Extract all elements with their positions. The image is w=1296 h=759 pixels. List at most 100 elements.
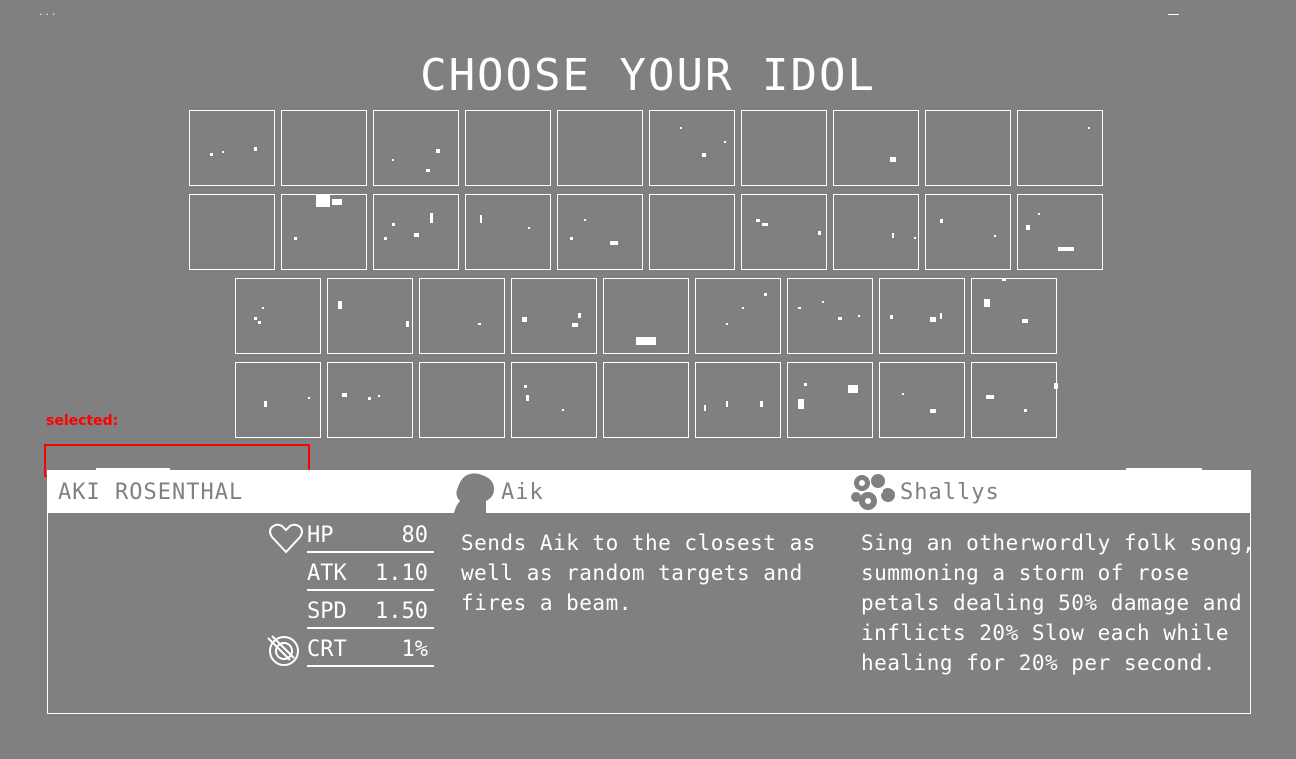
idol-portrait-fragment bbox=[742, 111, 828, 187]
idol-portrait-fragment bbox=[984, 279, 1028, 323]
skill-description-shallys: Sing an otherwordly folk song, summoning… bbox=[861, 531, 1256, 675]
idol-portrait-fragment bbox=[522, 313, 581, 327]
idol-slot[interactable] bbox=[281, 110, 367, 186]
idol-portrait-fragment bbox=[480, 215, 530, 229]
idol-portrait-fragment bbox=[478, 323, 481, 325]
idol-slot[interactable] bbox=[1017, 194, 1103, 270]
stat-label-spd: SPD bbox=[307, 599, 347, 624]
idol-portrait-fragment bbox=[1026, 213, 1074, 251]
idol-slot[interactable] bbox=[189, 194, 275, 270]
stat-row-hp: HP 80 bbox=[307, 523, 434, 553]
aik-silhouette-icon bbox=[454, 473, 494, 513]
idol-portrait-fragment bbox=[570, 219, 618, 245]
minimize-icon[interactable] bbox=[1168, 14, 1179, 15]
idol-portrait-fragment bbox=[890, 313, 942, 322]
stat-value-spd: 1.50 bbox=[375, 599, 428, 624]
idol-slot[interactable] bbox=[925, 194, 1011, 270]
rose-petal-icon bbox=[851, 474, 895, 510]
stat-row-atk: ATK 1.10 bbox=[307, 561, 434, 591]
idol-portrait-fragment bbox=[190, 195, 276, 271]
idol-portrait-fragment bbox=[892, 233, 916, 239]
idol-slot[interactable] bbox=[281, 194, 367, 270]
idol-portrait-fragment bbox=[680, 127, 726, 157]
idol-portrait-fragment bbox=[890, 157, 896, 162]
idol-portrait-fragment bbox=[798, 383, 858, 409]
stat-value-crt: 1% bbox=[401, 637, 429, 662]
idol-portrait-fragment bbox=[420, 363, 506, 439]
idol-portrait-fragment bbox=[524, 385, 564, 411]
idol-portrait-fragment bbox=[902, 393, 936, 413]
idol-slot[interactable] bbox=[833, 194, 919, 270]
idol-slot[interactable] bbox=[603, 278, 689, 354]
idol-slot[interactable] bbox=[511, 278, 597, 354]
idol-slot[interactable] bbox=[649, 194, 735, 270]
heart-icon bbox=[269, 523, 303, 554]
idol-portrait-fragment bbox=[558, 111, 644, 187]
idol-portrait-fragment bbox=[294, 195, 342, 240]
crit-target-icon bbox=[267, 635, 299, 666]
skill-name-aik: Aik bbox=[501, 480, 544, 505]
idol-portrait-fragment bbox=[650, 195, 736, 271]
stat-label-hp: HP bbox=[307, 523, 334, 548]
idol-slot[interactable] bbox=[557, 110, 643, 186]
idol-portrait-fragment bbox=[384, 213, 433, 240]
stat-row-spd: SPD 1.50 bbox=[307, 599, 434, 629]
stat-value-hp: 80 bbox=[401, 523, 429, 548]
idol-slot[interactable] bbox=[695, 278, 781, 354]
idol-portrait-fragment bbox=[798, 301, 860, 320]
idol-slot[interactable] bbox=[465, 194, 551, 270]
idol-portrait-fragment bbox=[926, 111, 1012, 187]
idol-slot[interactable] bbox=[373, 194, 459, 270]
idol-portrait-fragment bbox=[282, 111, 368, 187]
skill-name-shallys: Shallys bbox=[900, 480, 1000, 505]
idol-portrait-fragment bbox=[210, 147, 257, 156]
idol-portrait-fragment bbox=[726, 293, 767, 325]
idol-portrait-fragment bbox=[986, 383, 1058, 412]
idol-portrait-fragment bbox=[254, 307, 264, 324]
idol-portrait-fragment bbox=[342, 393, 380, 400]
idol-slot[interactable] bbox=[971, 278, 1057, 354]
stat-label-atk: ATK bbox=[307, 561, 347, 586]
idol-slot[interactable] bbox=[971, 362, 1058, 438]
stat-row-crt: CRT 1% bbox=[307, 637, 434, 667]
idol-portrait-fragment bbox=[264, 397, 310, 407]
idol-slot[interactable] bbox=[327, 278, 413, 354]
idol-slot[interactable] bbox=[235, 278, 321, 354]
stat-value-atk: 1.10 bbox=[375, 561, 428, 586]
idol-slot[interactable] bbox=[327, 362, 413, 438]
stat-label-crt: CRT bbox=[307, 637, 347, 662]
idol-portrait-fragment bbox=[338, 301, 409, 327]
idol-name: AKI ROSENTHAL bbox=[58, 480, 244, 505]
selected-label: selected: bbox=[46, 413, 119, 429]
idol-portrait-fragment bbox=[1088, 127, 1090, 129]
idol-slot[interactable] bbox=[833, 110, 919, 186]
idol-slot[interactable] bbox=[787, 362, 873, 438]
idol-slot[interactable] bbox=[189, 110, 275, 186]
idol-slot[interactable] bbox=[235, 362, 321, 438]
window-corner-text: ... bbox=[38, 8, 58, 18]
idol-slot[interactable] bbox=[1017, 110, 1103, 186]
idol-slot[interactable] bbox=[511, 362, 597, 438]
idol-slot[interactable] bbox=[695, 362, 781, 438]
idol-slot[interactable] bbox=[925, 110, 1011, 186]
idol-slot[interactable] bbox=[741, 194, 827, 270]
idol-slot[interactable] bbox=[787, 278, 873, 354]
page-title: CHOOSE YOUR IDOL bbox=[420, 50, 876, 101]
idol-slot[interactable] bbox=[879, 278, 965, 354]
idol-slot[interactable] bbox=[741, 110, 827, 186]
idol-portrait-fragment bbox=[940, 219, 996, 237]
idol-slot[interactable] bbox=[649, 110, 735, 186]
idol-slot[interactable] bbox=[465, 110, 551, 186]
idol-slot[interactable] bbox=[419, 278, 505, 354]
idol-slot[interactable] bbox=[373, 110, 459, 186]
idol-slot[interactable] bbox=[879, 362, 965, 438]
idol-slot[interactable] bbox=[603, 362, 689, 438]
idol-portrait-fragment bbox=[392, 149, 440, 172]
idol-slot[interactable] bbox=[419, 362, 505, 438]
idol-portrait-fragment bbox=[636, 337, 656, 345]
idol-slot[interactable] bbox=[557, 194, 643, 270]
idol-portrait-fragment bbox=[466, 111, 552, 187]
idol-portrait-fragment bbox=[756, 219, 821, 235]
idol-portrait-fragment bbox=[704, 401, 763, 411]
idol-portrait-fragment bbox=[604, 363, 690, 439]
